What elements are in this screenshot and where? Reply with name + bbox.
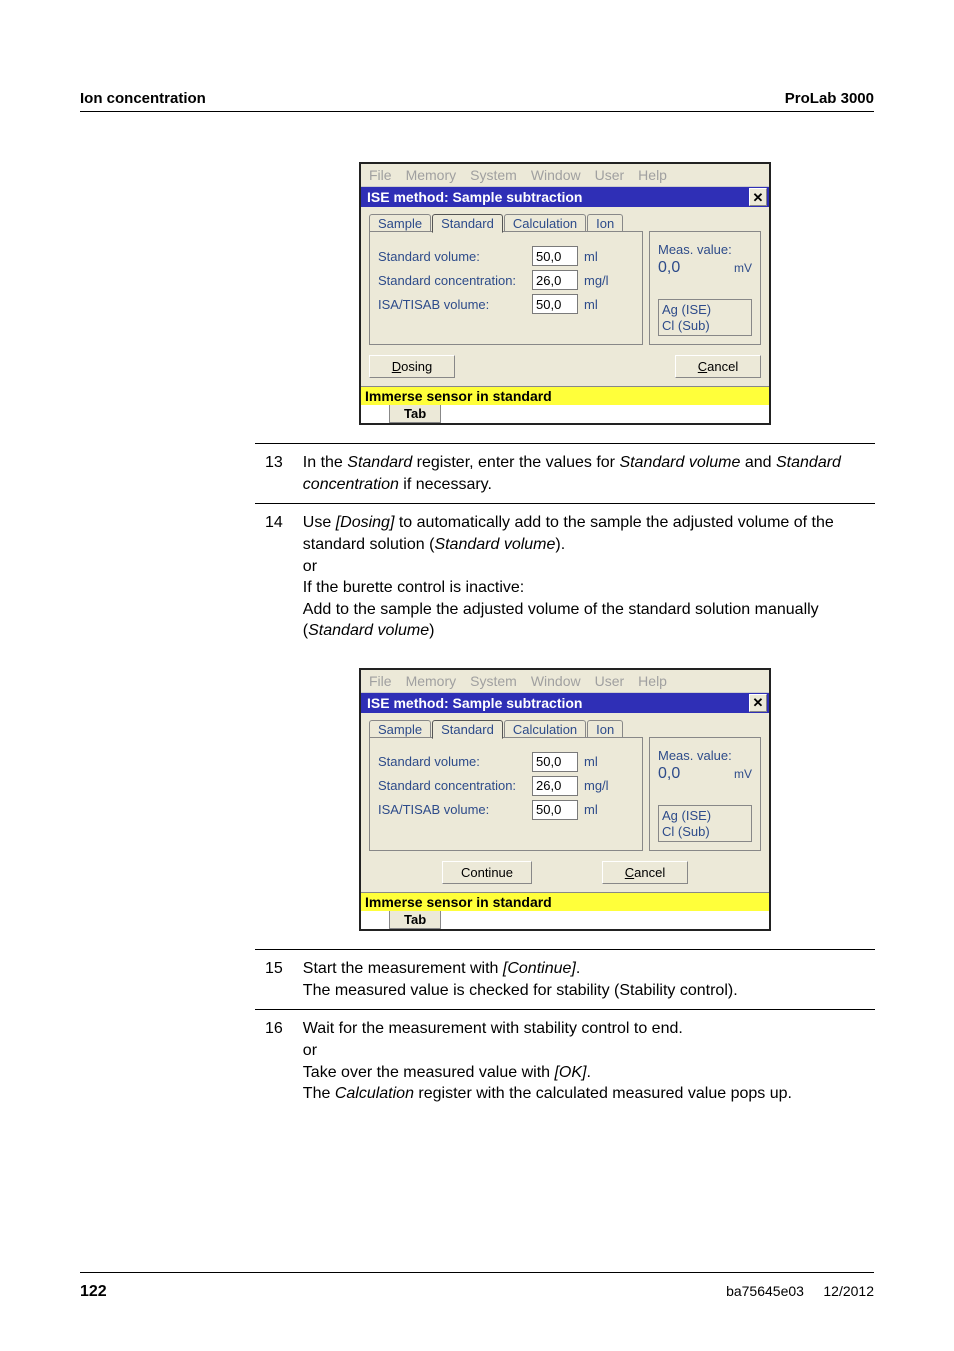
isa-unit: ml (584, 297, 614, 312)
std-volume-unit-2: ml (584, 754, 614, 769)
step-15-text: Start the measurement with [Continue]. T… (293, 950, 875, 1010)
sensor-line1: Ag (ISE) (662, 302, 748, 318)
meas-label-2: Meas. value: (658, 748, 752, 763)
meas-value-2: 0,0 (658, 765, 680, 783)
panel-meas: Meas. value: 0,0 mV Ag (ISE) Cl (Sub) (649, 231, 761, 345)
isa-label: ISA/TISAB volume: (378, 297, 526, 312)
menu-file[interactable]: File (369, 167, 392, 183)
menubar-2: File Memory System Window User Help (361, 670, 769, 693)
menu-window[interactable]: Window (531, 167, 581, 183)
menu-user-2[interactable]: User (595, 673, 625, 689)
cancel-button[interactable]: Cancel (675, 355, 761, 378)
std-conc-label: Standard concentration: (378, 273, 526, 288)
std-conc-input[interactable] (532, 270, 578, 290)
status-bar-2: Immerse sensor in standard (361, 892, 769, 911)
menu-memory-2[interactable]: Memory (406, 673, 457, 689)
tab-standard[interactable]: Standard (432, 214, 503, 233)
tabs: Sample Standard Calculation Ion (369, 213, 761, 232)
std-conc-unit: mg/l (584, 273, 614, 288)
menu-help[interactable]: Help (638, 167, 667, 183)
menu-system[interactable]: System (470, 167, 517, 183)
meas-unit-2: mV (734, 767, 752, 781)
doc-id: ba75645e03 (726, 1283, 804, 1299)
foot-tab[interactable]: Tab (389, 405, 441, 423)
footer-rule (80, 1272, 874, 1273)
menu-user[interactable]: User (595, 167, 625, 183)
std-volume-input[interactable] (532, 246, 578, 266)
step-13-num: 13 (255, 444, 293, 504)
tab-standard-2[interactable]: Standard (432, 720, 503, 739)
header-left: Ion concentration (80, 90, 206, 107)
step-16-num: 16 (255, 1010, 293, 1113)
dialog-ise-1: File Memory System Window User Help ISE … (359, 162, 771, 425)
header-rule (80, 111, 874, 112)
menu-help-2[interactable]: Help (638, 673, 667, 689)
step-15-num: 15 (255, 950, 293, 1010)
doc-date: 12/2012 (823, 1283, 874, 1299)
cancel-button-2[interactable]: Cancel (602, 861, 688, 884)
page-number: 122 (80, 1283, 107, 1301)
header-right: ProLab 3000 (785, 90, 874, 107)
meas-value: 0,0 (658, 259, 680, 277)
close-icon-2[interactable]: ✕ (749, 694, 767, 712)
isa-input[interactable] (532, 294, 578, 314)
menu-file-2[interactable]: File (369, 673, 392, 689)
sensor-line2: Cl (Sub) (662, 318, 748, 334)
isa-input-2[interactable] (532, 800, 578, 820)
steps-table-2: 15 Start the measurement with [Continue]… (255, 949, 875, 1113)
step-13-text: In the Standard register, enter the valu… (293, 444, 875, 504)
steps-table-1: 13 In the Standard register, enter the v… (255, 443, 875, 650)
std-volume-label-2: Standard volume: (378, 754, 526, 769)
meas-label: Meas. value: (658, 242, 752, 257)
sensor-line1-2: Ag (ISE) (662, 808, 748, 824)
close-icon[interactable]: ✕ (749, 188, 767, 206)
step-14-num: 14 (255, 504, 293, 650)
menu-memory[interactable]: Memory (406, 167, 457, 183)
isa-unit-2: ml (584, 802, 614, 817)
dosing-button[interactable]: Dosing (369, 355, 455, 378)
menu-window-2[interactable]: Window (531, 673, 581, 689)
foot-tab-2[interactable]: Tab (389, 911, 441, 929)
menubar: File Memory System Window User Help (361, 164, 769, 187)
panel-standard: Standard volume: ml Standard concentrati… (369, 231, 643, 345)
step-14-text: Use [Dosing] to automatically add to the… (293, 504, 875, 650)
dialog-title: ISE method: Sample subtraction (367, 189, 582, 205)
std-volume-label: Standard volume: (378, 249, 526, 264)
dialog-title-2: ISE method: Sample subtraction (367, 695, 582, 711)
continue-button[interactable]: Continue (442, 861, 532, 884)
std-conc-input-2[interactable] (532, 776, 578, 796)
meas-unit: mV (734, 261, 752, 275)
isa-label-2: ISA/TISAB volume: (378, 802, 526, 817)
std-volume-input-2[interactable] (532, 752, 578, 772)
sensor-line2-2: Cl (Sub) (662, 824, 748, 840)
std-volume-unit: ml (584, 249, 614, 264)
dialog-ise-2: File Memory System Window User Help ISE … (359, 668, 771, 931)
step-16-text: Wait for the measurement with stability … (293, 1010, 875, 1113)
menu-system-2[interactable]: System (470, 673, 517, 689)
std-conc-unit-2: mg/l (584, 778, 614, 793)
status-bar: Immerse sensor in standard (361, 386, 769, 405)
std-conc-label-2: Standard concentration: (378, 778, 526, 793)
